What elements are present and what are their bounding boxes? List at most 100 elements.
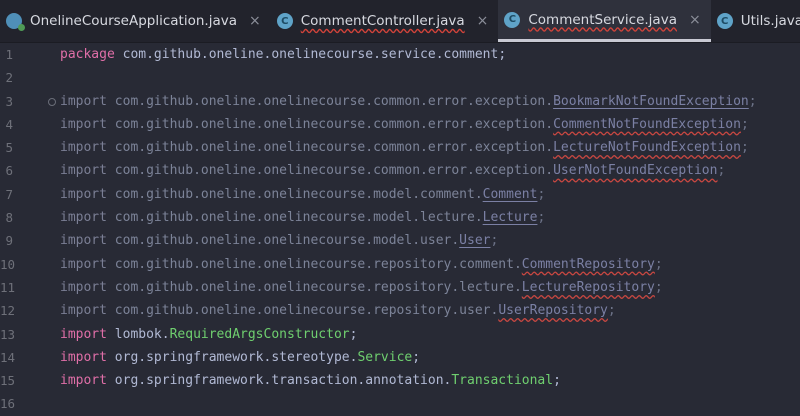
line-number: 4: [5, 116, 13, 132]
package-path: com.github.oneline.onelinecourse.common.…: [114, 116, 554, 132]
line-number: 12: [0, 303, 16, 319]
line-number: 5: [5, 140, 13, 156]
keyword: import: [60, 163, 107, 179]
line-number: 1: [5, 47, 13, 62]
tab-onelinecourseapplication[interactable]: OnelineCourseApplication.java ×: [0, 0, 271, 42]
class-name: User: [459, 233, 491, 249]
class-name: CommentNotFoundException: [553, 116, 741, 132]
code-line[interactable]: 7 import com.github.oneline.onelinecourse…: [0, 183, 800, 206]
code-text: import com.github.oneline.onelinecourse.…: [60, 229, 498, 252]
keyword: import: [60, 303, 107, 319]
package-path: com.github.oneline.onelinecourse.common.…: [114, 93, 554, 109]
semicolon: ;: [607, 303, 616, 319]
code-line[interactable]: 8 import com.github.oneline.onelinecourse…: [0, 206, 800, 229]
line-number: 7: [5, 186, 13, 202]
package-path: com.github.oneline.onelinecourse.model.u…: [114, 233, 460, 249]
semicolon: ;: [553, 373, 561, 389]
keyword: package: [60, 47, 115, 62]
tab-label: OnelineCourseApplication.java: [30, 13, 237, 29]
keyword: import: [60, 116, 107, 132]
code-text: import com.github.oneline.onelinecourse.…: [60, 90, 757, 113]
code-text: import com.github.oneline.onelinecourse.…: [60, 183, 545, 206]
close-icon[interactable]: ×: [249, 13, 261, 29]
code-line[interactable]: 6 import com.github.oneline.onelinecourse…: [0, 159, 800, 182]
code-line[interactable]: 2: [0, 66, 800, 89]
semicolon: ;: [748, 93, 757, 109]
keyword: import: [60, 186, 107, 202]
package-path: com.github.oneline.onelinecourse.service…: [122, 47, 499, 62]
class-name: LectureRepository: [521, 279, 655, 295]
code-text: import com.github.oneline.onelinecourse.…: [60, 276, 663, 299]
keyword: import: [60, 140, 107, 156]
keyword: import: [60, 256, 107, 272]
package-path: org.springframework.transaction.annotati…: [114, 373, 452, 389]
code-text: import com.github.oneline.onelinecourse.…: [60, 253, 663, 276]
fold-icon[interactable]: [48, 97, 56, 106]
code-line[interactable]: 15 import org.springframework.transaction…: [0, 369, 800, 392]
package-path: com.github.oneline.onelinecourse.reposit…: [114, 303, 499, 319]
package-path: com.github.oneline.onelinecourse.model.c…: [114, 186, 483, 202]
code-editor[interactable]: 1 package com.github.oneline.onelinecours…: [0, 43, 800, 416]
code-text: package com.github.oneline.onelinecourse…: [60, 43, 506, 66]
keyword: import: [60, 210, 107, 226]
code-line[interactable]: 4 import com.github.oneline.onelinecourse…: [0, 113, 800, 136]
package-path: com.github.oneline.onelinecourse.reposit…: [114, 279, 522, 295]
line-number: 16: [0, 396, 16, 412]
java-app-icon: [6, 13, 25, 31]
semicolon: ;: [537, 186, 546, 202]
keyword: import: [60, 93, 107, 109]
close-icon[interactable]: ×: [477, 13, 489, 29]
code-text: import org.springframework.stereotype.Se…: [60, 346, 420, 369]
tab-label: Utils.java: [740, 13, 800, 29]
code-line[interactable]: 5 import com.github.oneline.onelinecourse…: [0, 136, 800, 159]
class-name: Service: [357, 349, 413, 365]
semicolon: ;: [740, 116, 749, 132]
keyword: import: [60, 233, 107, 249]
class-name: RequiredArgsConstructor: [169, 326, 350, 342]
semicolon: ;: [490, 233, 499, 249]
code-line[interactable]: 1 package com.github.oneline.onelinecours…: [0, 43, 800, 66]
code-line[interactable]: 14 import org.springframework.stereotype.…: [0, 346, 800, 369]
tab-commentcontroller[interactable]: C CommentController.java ×: [271, 0, 499, 42]
code-line[interactable]: 9 import com.github.oneline.onelinecourse…: [0, 229, 800, 252]
tab-utils[interactable]: C Utils.java ×: [711, 0, 800, 42]
code-line[interactable]: 16: [0, 392, 800, 415]
package-path: org.springframework.stereotype.: [114, 349, 358, 365]
package-path: lombok.: [114, 326, 170, 342]
code-line[interactable]: 3 import com.github.oneline.onelinecourse…: [0, 90, 800, 113]
close-icon[interactable]: ×: [689, 12, 701, 28]
code-text: import com.github.oneline.onelinecourse.…: [60, 299, 616, 322]
line-number: 13: [0, 326, 16, 342]
class-name: Comment: [482, 186, 538, 202]
line-number: 9: [5, 233, 13, 249]
code-line[interactable]: 10 import com.github.oneline.onelinecours…: [0, 253, 800, 276]
code-text: import lombok.RequiredArgsConstructor;: [60, 323, 357, 346]
semicolon: ;: [498, 47, 507, 62]
code-line[interactable]: 12 import com.github.oneline.onelinecours…: [0, 299, 800, 322]
tab-commentservice[interactable]: C CommentService.java ×: [498, 0, 711, 42]
keyword: import: [60, 373, 107, 389]
tab-label: CommentService.java: [528, 11, 677, 28]
code-line[interactable]: 11 import com.github.oneline.onelinecours…: [0, 276, 800, 299]
line-number: 6: [5, 163, 13, 179]
code-text: import com.github.oneline.onelinecourse.…: [60, 136, 749, 159]
semicolon: ;: [349, 326, 358, 342]
class-name: Transactional: [451, 373, 554, 389]
line-number: 8: [5, 210, 13, 226]
semicolon: ;: [717, 163, 726, 179]
code-line[interactable]: 13 import lombok.RequiredArgsConstructor;: [0, 323, 800, 346]
package-path: com.github.oneline.onelinecourse.reposit…: [114, 256, 522, 272]
semicolon: ;: [654, 256, 663, 272]
class-name: UserNotFoundException: [553, 163, 718, 179]
keyword: import: [60, 279, 107, 295]
class-icon: C: [504, 11, 521, 28]
package-path: com.github.oneline.onelinecourse.common.…: [114, 140, 554, 156]
semicolon: ;: [654, 279, 663, 295]
